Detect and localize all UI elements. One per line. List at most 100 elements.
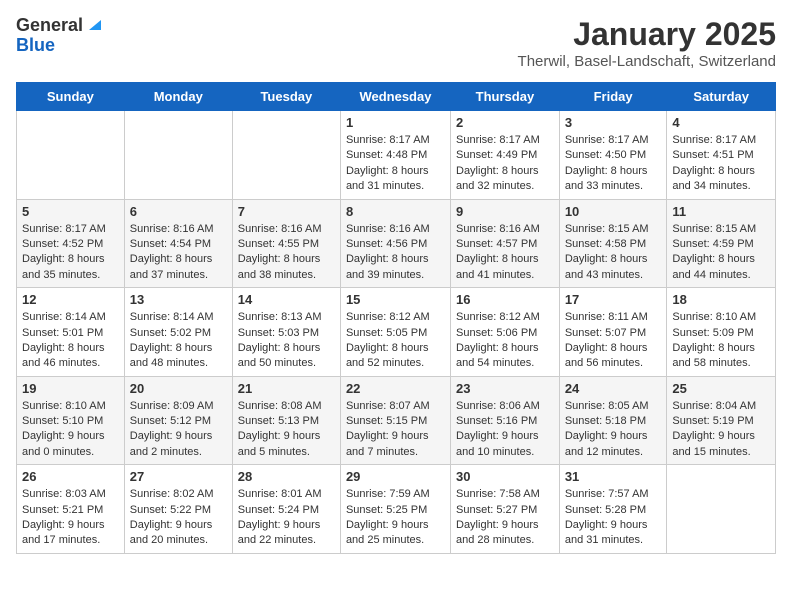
calendar-cell: 16 Sunrise: 8:12 AMSunset: 5:06 PMDayligh… xyxy=(451,288,560,377)
weekday-header-friday: Friday xyxy=(559,83,667,111)
weekday-header-thursday: Thursday xyxy=(451,83,560,111)
calendar-cell: 25 Sunrise: 8:04 AMSunset: 5:19 PMDayligh… xyxy=(667,376,776,465)
day-info: Sunrise: 8:11 AMSunset: 5:07 PMDaylight:… xyxy=(565,310,662,372)
day-number: 23 xyxy=(456,381,554,396)
calendar-cell: 26 Sunrise: 8:03 AMSunset: 5:21 PMDayligh… xyxy=(17,465,125,554)
calendar-cell: 31 Sunrise: 7:57 AMSunset: 5:28 PMDayligh… xyxy=(559,465,667,554)
day-info: Sunrise: 8:17 AMSunset: 4:51 PMDaylight:… xyxy=(672,133,770,195)
day-number: 25 xyxy=(672,381,770,396)
calendar-cell: 30Sunrise: 7:58 AMSunset: 5:27 PMDayligh… xyxy=(451,465,560,554)
calendar-cell: 4 Sunrise: 8:17 AMSunset: 4:51 PMDaylight… xyxy=(667,111,776,200)
day-number: 11 xyxy=(672,204,770,219)
calendar-week-5: 26 Sunrise: 8:03 AMSunset: 5:21 PMDayligh… xyxy=(17,465,776,554)
day-info: Sunrise: 8:07 AMSunset: 5:15 PMDaylight:… xyxy=(346,399,445,461)
calendar-cell: 6Sunrise: 8:16 AMSunset: 4:54 PMDaylight… xyxy=(124,199,232,288)
calendar-week-3: 12Sunrise: 8:14 AMSunset: 5:01 PMDayligh… xyxy=(17,288,776,377)
day-number: 31 xyxy=(565,469,662,484)
calendar-cell: 8 Sunrise: 8:16 AMSunset: 4:56 PMDaylight… xyxy=(340,199,450,288)
day-number: 20 xyxy=(130,381,227,396)
calendar-cell: 27 Sunrise: 8:02 AMSunset: 5:22 PMDayligh… xyxy=(124,465,232,554)
calendar-cell: 23 Sunrise: 8:06 AMSunset: 5:16 PMDayligh… xyxy=(451,376,560,465)
calendar-cell: 24Sunrise: 8:05 AMSunset: 5:18 PMDayligh… xyxy=(559,376,667,465)
calendar-cell: 7 Sunrise: 8:16 AMSunset: 4:55 PMDaylight… xyxy=(232,199,340,288)
calendar-week-4: 19 Sunrise: 8:10 AMSunset: 5:10 PMDayligh… xyxy=(17,376,776,465)
day-number: 21 xyxy=(238,381,335,396)
day-number: 6 xyxy=(130,204,227,219)
day-number: 27 xyxy=(130,469,227,484)
calendar-cell: 11 Sunrise: 8:15 AMSunset: 4:59 PMDayligh… xyxy=(667,199,776,288)
day-number: 24 xyxy=(565,381,662,396)
day-number: 13 xyxy=(130,292,227,307)
calendar-cell: 14Sunrise: 8:13 AMSunset: 5:03 PMDayligh… xyxy=(232,288,340,377)
logo-blue-text: Blue xyxy=(16,36,55,56)
day-number: 29 xyxy=(346,469,445,484)
weekday-header-saturday: Saturday xyxy=(667,83,776,111)
calendar-cell: 28 Sunrise: 8:01 AMSunset: 5:24 PMDayligh… xyxy=(232,465,340,554)
weekday-header-tuesday: Tuesday xyxy=(232,83,340,111)
day-info: Sunrise: 7:57 AMSunset: 5:28 PMDaylight:… xyxy=(565,487,662,549)
logo-triangle-icon xyxy=(85,16,101,32)
day-info: Sunrise: 8:17 AMSunset: 4:52 PMDaylight:… xyxy=(22,222,119,284)
calendar-cell: 19 Sunrise: 8:10 AMSunset: 5:10 PMDayligh… xyxy=(17,376,125,465)
calendar-body: 1 Sunrise: 8:17 AMSunset: 4:48 PMDaylight… xyxy=(17,111,776,554)
calendar-cell: 15 Sunrise: 8:12 AMSunset: 5:05 PMDayligh… xyxy=(340,288,450,377)
day-number: 4 xyxy=(672,115,770,130)
calendar-cell: 3Sunrise: 8:17 AMSunset: 4:50 PMDaylight… xyxy=(559,111,667,200)
weekday-header-row: SundayMondayTuesdayWednesdayThursdayFrid… xyxy=(17,83,776,111)
day-info: Sunrise: 8:06 AMSunset: 5:16 PMDaylight:… xyxy=(456,399,554,461)
calendar-cell xyxy=(232,111,340,200)
day-info: Sunrise: 8:15 AMSunset: 4:59 PMDaylight:… xyxy=(672,222,770,284)
day-info: Sunrise: 8:17 AMSunset: 4:48 PMDaylight:… xyxy=(346,133,445,195)
day-number: 9 xyxy=(456,204,554,219)
day-info: Sunrise: 8:16 AMSunset: 4:56 PMDaylight:… xyxy=(346,222,445,284)
day-number: 18 xyxy=(672,292,770,307)
calendar-cell: 9Sunrise: 8:16 AMSunset: 4:57 PMDaylight… xyxy=(451,199,560,288)
weekday-header-sunday: Sunday xyxy=(17,83,125,111)
day-info: Sunrise: 8:04 AMSunset: 5:19 PMDaylight:… xyxy=(672,399,770,461)
calendar-cell: 17Sunrise: 8:11 AMSunset: 5:07 PMDayligh… xyxy=(559,288,667,377)
logo: General Blue xyxy=(16,16,101,56)
weekday-header-monday: Monday xyxy=(124,83,232,111)
day-number: 26 xyxy=(22,469,119,484)
day-info: Sunrise: 8:15 AMSunset: 4:58 PMDaylight:… xyxy=(565,222,662,284)
calendar-subtitle: Therwil, Basel-Landschaft, Switzerland xyxy=(518,53,776,70)
day-number: 28 xyxy=(238,469,335,484)
day-info: Sunrise: 8:02 AMSunset: 5:22 PMDaylight:… xyxy=(130,487,227,549)
day-number: 14 xyxy=(238,292,335,307)
calendar-cell: 21 Sunrise: 8:08 AMSunset: 5:13 PMDayligh… xyxy=(232,376,340,465)
title-section: January 2025 Therwil, Basel-Landschaft, … xyxy=(518,16,776,70)
day-number: 8 xyxy=(346,204,445,219)
day-info: Sunrise: 8:08 AMSunset: 5:13 PMDaylight:… xyxy=(238,399,335,461)
day-info: Sunrise: 8:03 AMSunset: 5:21 PMDaylight:… xyxy=(22,487,119,549)
calendar-cell: 2Sunrise: 8:17 AMSunset: 4:49 PMDaylight… xyxy=(451,111,560,200)
day-info: Sunrise: 8:12 AMSunset: 5:05 PMDaylight:… xyxy=(346,310,445,372)
day-info: Sunrise: 8:01 AMSunset: 5:24 PMDaylight:… xyxy=(238,487,335,549)
calendar-cell: 1 Sunrise: 8:17 AMSunset: 4:48 PMDaylight… xyxy=(340,111,450,200)
day-info: Sunrise: 8:10 AMSunset: 5:10 PMDaylight:… xyxy=(22,399,119,461)
day-number: 22 xyxy=(346,381,445,396)
day-number: 1 xyxy=(346,115,445,130)
calendar-title: January 2025 xyxy=(518,16,776,53)
calendar-cell xyxy=(667,465,776,554)
day-info: Sunrise: 8:16 AMSunset: 4:55 PMDaylight:… xyxy=(238,222,335,284)
day-info: Sunrise: 7:58 AMSunset: 5:27 PMDaylight:… xyxy=(456,487,554,549)
day-number: 7 xyxy=(238,204,335,219)
day-info: Sunrise: 8:09 AMSunset: 5:12 PMDaylight:… xyxy=(130,399,227,461)
day-number: 15 xyxy=(346,292,445,307)
day-number: 2 xyxy=(456,115,554,130)
calendar-cell: 5Sunrise: 8:17 AMSunset: 4:52 PMDaylight… xyxy=(17,199,125,288)
calendar-week-1: 1 Sunrise: 8:17 AMSunset: 4:48 PMDaylight… xyxy=(17,111,776,200)
day-info: Sunrise: 7:59 AMSunset: 5:25 PMDaylight:… xyxy=(346,487,445,549)
day-number: 16 xyxy=(456,292,554,307)
day-number: 19 xyxy=(22,381,119,396)
calendar-cell: 18Sunrise: 8:10 AMSunset: 5:09 PMDayligh… xyxy=(667,288,776,377)
weekday-header-wednesday: Wednesday xyxy=(340,83,450,111)
calendar-cell: 10 Sunrise: 8:15 AMSunset: 4:58 PMDayligh… xyxy=(559,199,667,288)
day-info: Sunrise: 8:14 AMSunset: 5:01 PMDaylight:… xyxy=(22,310,119,372)
calendar-week-2: 5Sunrise: 8:17 AMSunset: 4:52 PMDaylight… xyxy=(17,199,776,288)
day-info: Sunrise: 8:14 AMSunset: 5:02 PMDaylight:… xyxy=(130,310,227,372)
day-info: Sunrise: 8:12 AMSunset: 5:06 PMDaylight:… xyxy=(456,310,554,372)
calendar-cell: 20 Sunrise: 8:09 AMSunset: 5:12 PMDayligh… xyxy=(124,376,232,465)
calendar-cell: 13 Sunrise: 8:14 AMSunset: 5:02 PMDayligh… xyxy=(124,288,232,377)
day-number: 10 xyxy=(565,204,662,219)
